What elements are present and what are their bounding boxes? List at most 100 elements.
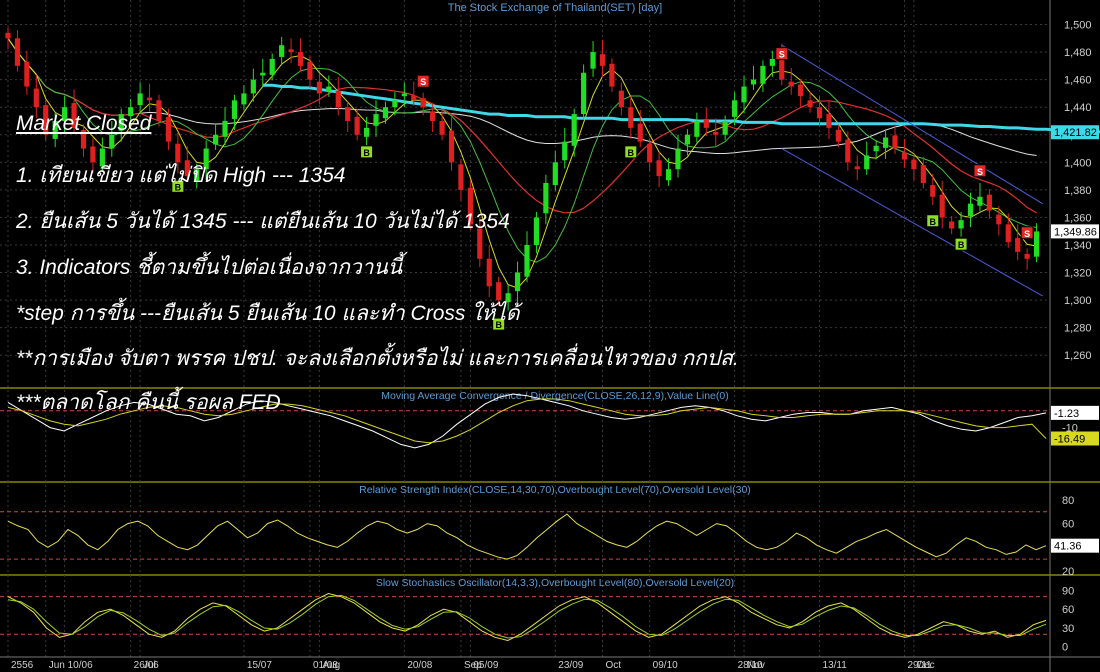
- candle-body: [798, 84, 804, 97]
- sell-signal-label: S: [1024, 229, 1030, 239]
- panel-2-tick: 20: [1062, 566, 1074, 578]
- ma200-line: [262, 83, 1100, 134]
- candle-body: [1033, 231, 1040, 257]
- x-axis-label: Nov: [747, 660, 765, 671]
- price-tick-label: 1,380: [1064, 185, 1092, 197]
- candle-body: [1015, 238, 1021, 252]
- ma-white-line: [7, 38, 1037, 156]
- chart-title: The Stock Exchange of Thailand(SET) [day…: [448, 2, 662, 14]
- candle-body: [713, 132, 719, 135]
- candle-body: [269, 58, 275, 75]
- candle-body: [1024, 253, 1030, 259]
- candle-body: [307, 61, 313, 80]
- x-axis-label: 09/10: [653, 660, 678, 671]
- price-tick-label: 1,340: [1064, 240, 1092, 252]
- candle-body: [967, 203, 974, 217]
- panel-title-1: Moving Average Convergence / Divergence(…: [381, 390, 728, 402]
- panel-title-3: Slow Stochastics Oscillator(14,3,3),Over…: [376, 577, 734, 589]
- candle-body: [901, 152, 908, 160]
- candle-body: [911, 159, 917, 170]
- candle-body: [316, 81, 322, 94]
- panel-3-tick: 0: [1062, 642, 1068, 654]
- panel-3-tick: 30: [1062, 623, 1074, 635]
- candle-body: [675, 148, 681, 170]
- candle-body: [996, 214, 1002, 225]
- candle-body: [741, 86, 747, 103]
- annotation-line-3: 3. Indicators ชี้ตามขึ้นไปต่อเนื่องจากวา…: [16, 256, 403, 279]
- x-axis-label: Jul: [143, 660, 156, 671]
- annotation-line-4: *step การขึ้น ---ยืนเส้น 5 ยืนเส้น 10 แล…: [16, 302, 520, 325]
- annotation-line-6: ***ตลาดโลก คืนนี้ รอผล FED: [16, 391, 281, 414]
- price-tick-label: 1,440: [1064, 102, 1092, 114]
- candle-body: [345, 107, 351, 121]
- candle-body: [892, 135, 898, 149]
- candle-body: [590, 52, 596, 69]
- candle-body: [854, 166, 860, 170]
- candle-body: [1005, 224, 1011, 243]
- candle-body: [363, 127, 370, 137]
- price-tick-label: 1,500: [1064, 20, 1092, 32]
- x-axis-label: 10/06: [68, 660, 93, 671]
- x-axis-label: Dec: [917, 660, 935, 671]
- annotation-line-5: **การเมือง จับตา พรรค ปชป. จะลงเลือกตั้ง…: [16, 347, 739, 370]
- candle-body: [722, 120, 728, 135]
- candle-body: [213, 134, 219, 145]
- candle-body: [552, 162, 558, 186]
- candle-body: [382, 107, 389, 119]
- candle-body: [109, 134, 115, 149]
- candle-body: [165, 116, 172, 142]
- buy-signal-label: B: [930, 217, 937, 227]
- panel-2-value-label: 41.36: [1054, 541, 1082, 553]
- panel-1-value-label: -16.49: [1054, 434, 1085, 446]
- candle-body: [260, 72, 266, 76]
- candle-body: [14, 38, 21, 66]
- candle-body: [137, 93, 143, 106]
- candle-body: [684, 134, 691, 145]
- candle-body: [571, 114, 577, 146]
- sell-signal-label: S: [779, 50, 785, 60]
- candle-body: [665, 169, 672, 181]
- candle-body: [864, 155, 870, 170]
- candle-body: [326, 86, 332, 92]
- buy-signal-label: B: [628, 148, 635, 158]
- candle-body: [694, 120, 700, 137]
- candle-body: [816, 107, 823, 119]
- candle-body: [807, 100, 813, 108]
- candle-body: [581, 72, 587, 115]
- candle-body: [335, 90, 341, 108]
- buy-signal-label: B: [958, 240, 965, 250]
- candle-body: [562, 141, 568, 161]
- price-tick-label: 1,260: [1064, 350, 1092, 362]
- candle-body: [401, 93, 407, 97]
- candle-body: [732, 100, 738, 117]
- candle-body: [420, 98, 426, 108]
- candle-body: [524, 244, 530, 277]
- candle-body: [439, 120, 445, 135]
- candle-body: [647, 143, 653, 163]
- candle-body: [618, 90, 624, 108]
- candle-body: [222, 120, 228, 137]
- candle-body: [458, 164, 464, 190]
- candle-body: [533, 217, 540, 245]
- candle-body: [373, 114, 379, 126]
- x-axis-label: 23/09: [558, 660, 583, 671]
- candle-body: [297, 52, 304, 66]
- candle-body: [411, 95, 417, 101]
- panel-3-series-1: [7, 594, 1047, 639]
- candle-body: [486, 258, 492, 287]
- annotation-line-1: 1. เทียนเขียว แต่ไม่ปิด High --- 1354: [16, 164, 346, 187]
- candle-body: [599, 54, 606, 66]
- x-axis-label: 15/07: [247, 660, 272, 671]
- candle-body: [958, 220, 964, 229]
- ma200-value-label: 1,421.82: [1054, 127, 1097, 139]
- candle-body: [5, 32, 11, 39]
- x-axis-label: Jun: [49, 660, 65, 671]
- price-tick-label: 1,300: [1064, 295, 1092, 307]
- x-axis-label: Aug: [322, 660, 340, 671]
- candle-body: [628, 107, 634, 128]
- candle-body: [977, 196, 983, 206]
- panel-title-2: Relative Strength Index(CLOSE,14,30,70),…: [359, 484, 751, 496]
- candle-body: [835, 129, 841, 142]
- price-tick-label: 1,360: [1064, 212, 1092, 224]
- x-axis-label: 13/11: [823, 660, 848, 671]
